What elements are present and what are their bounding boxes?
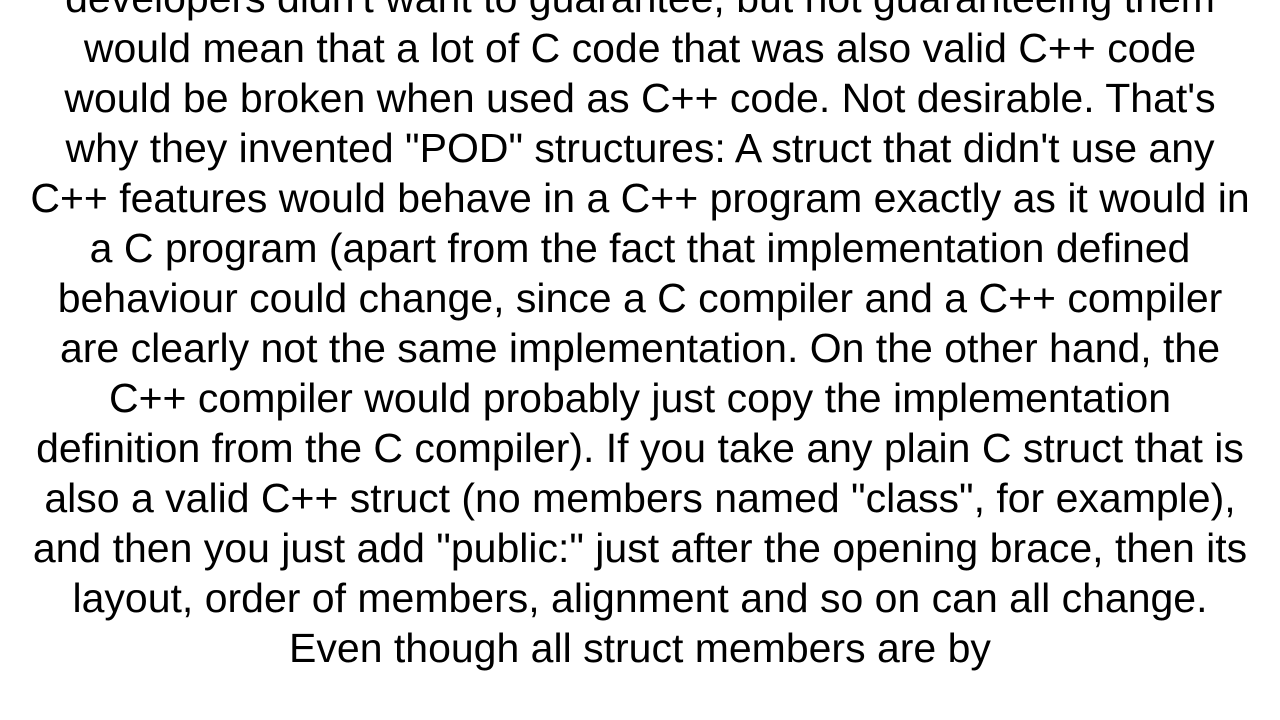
document-page: developers didn't want to guarantee, but… xyxy=(0,0,1280,720)
body-paragraph: developers didn't want to guarantee, but… xyxy=(30,0,1250,673)
